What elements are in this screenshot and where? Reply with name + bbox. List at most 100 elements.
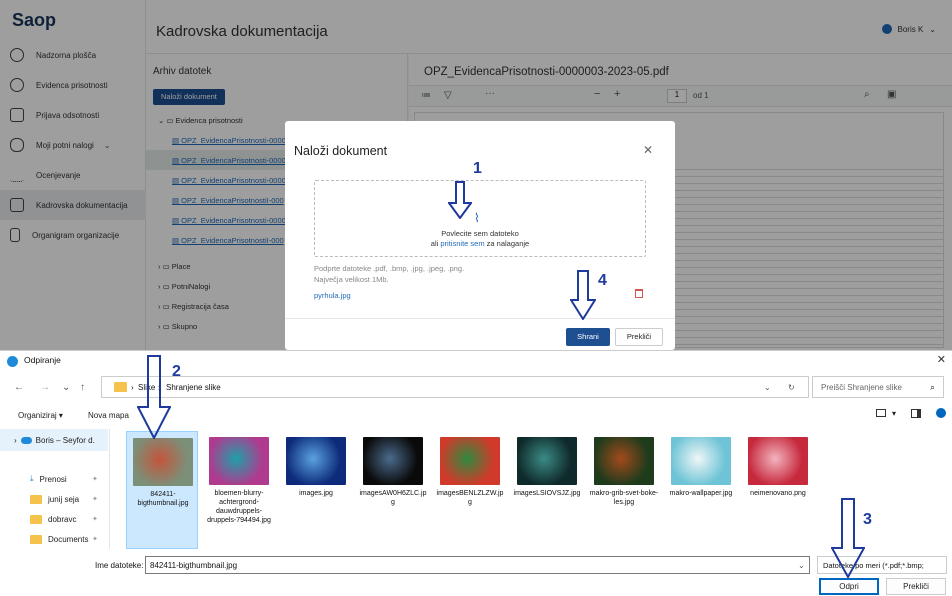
close-icon[interactable]: ✕ xyxy=(643,143,653,157)
file-name: makro-grib-svet-boke-les.jpg xyxy=(589,490,659,506)
annotation-arrow-2 xyxy=(137,355,171,439)
search-placeholder: Preišči Shranjene slike xyxy=(821,383,902,392)
trash-icon[interactable] xyxy=(635,289,643,298)
file-name: makro-wallpaper.jpg xyxy=(669,490,733,497)
file-name: 842411-bigthumbnail.jpg xyxy=(137,491,189,507)
dropzone-suffix: za nalaganje xyxy=(486,239,530,248)
file-item[interactable]: makro-wallpaper.jpg xyxy=(665,431,737,549)
browse-link[interactable]: pritisnite sem xyxy=(440,239,484,248)
file-item[interactable]: imagesBENLZLZW.jpg xyxy=(434,431,506,549)
dropzone-text: Povlecite sem datoteko ali pritisnite se… xyxy=(315,229,645,249)
pin-icon: ✦ xyxy=(92,536,98,543)
annotation-2: 2 xyxy=(172,363,181,380)
file-thumbnail xyxy=(363,437,423,485)
file-list: 842411-bigthumbnail.jpg bloemen-blurry-ac… xyxy=(118,431,948,549)
filename-input[interactable]: 842411-bigthumbnail.jpg ⌄ xyxy=(145,556,810,574)
close-icon[interactable]: ✕ xyxy=(937,353,946,366)
up-icon[interactable]: ↑ xyxy=(80,382,85,393)
pin-icon: ✦ xyxy=(92,476,98,483)
folder-icon xyxy=(30,534,42,544)
max-size-hint: Največja velikost 1Mb. xyxy=(314,275,389,284)
organize-menu[interactable]: Organiziraj ▾ xyxy=(18,411,63,420)
annotation-arrow-1 xyxy=(448,181,472,219)
file-name: bloemen-blurry-achtergrond-dauwdruppels-… xyxy=(207,490,271,524)
nav-item-folder[interactable]: dobravc ✦ xyxy=(0,508,108,530)
file-thumbnail xyxy=(671,437,731,485)
address-bar[interactable]: › Slike › Shranjene slike ⌄ ↻ xyxy=(101,376,809,398)
file-thumbnail xyxy=(133,438,193,486)
annotation-1: 1 xyxy=(473,160,482,177)
file-thumbnail xyxy=(517,437,577,485)
nav-label: Documents xyxy=(48,534,89,544)
edge-icon xyxy=(7,356,18,367)
nav-label: junij seja xyxy=(48,494,80,504)
file-thumbnail xyxy=(286,437,346,485)
file-item[interactable]: 842411-bigthumbnail.jpg xyxy=(126,431,198,549)
file-item[interactable]: imagesAW0H6ZLC.jpg xyxy=(357,431,429,549)
preview-pane-icon[interactable] xyxy=(911,409,921,418)
modal-footer: Shrani Prekliči xyxy=(285,318,675,350)
folder-icon xyxy=(30,514,42,524)
file-name: imagesAW0H6ZLC.jpg xyxy=(359,490,427,506)
search-input[interactable]: Preišči Shranjene slike ⌕ xyxy=(812,376,944,398)
recent-locations-icon[interactable]: ⌄ xyxy=(62,382,70,393)
pin-icon: ✦ xyxy=(92,496,98,503)
dropzone[interactable]: ⌇ Povlecite sem datoteko ali pritisnite … xyxy=(314,180,646,257)
save-button[interactable]: Shrani xyxy=(566,328,610,346)
file-thumbnail xyxy=(594,437,654,485)
file-item[interactable]: makro-grib-svet-boke-les.jpg xyxy=(588,431,660,549)
chevron-down-icon[interactable]: ⌄ xyxy=(798,561,805,570)
file-item[interactable]: neimenovano.png xyxy=(742,431,814,549)
help-icon[interactable] xyxy=(936,408,946,418)
selected-file[interactable]: pyrhula.jpg xyxy=(314,291,351,300)
file-thumbnail xyxy=(209,437,269,485)
annotation-3: 3 xyxy=(863,511,872,528)
annotation-arrow-4 xyxy=(570,270,596,320)
chevron-down-icon[interactable]: ▾ xyxy=(892,409,896,418)
filename-label: Ime datoteke: xyxy=(95,561,144,570)
file-item[interactable]: bloemen-blurry-achtergrond-dauwdruppels-… xyxy=(203,431,275,549)
dialog-cancel-button[interactable]: Prekliči xyxy=(886,578,946,595)
nav-item-onedrive[interactable]: › Boris – Seyfor d. xyxy=(0,429,108,451)
supported-types-hint: Podprte datoteke .pdf, .bmp, .jpg, .jpeg… xyxy=(314,264,465,273)
breadcrumb-saved[interactable]: Shranjene slike xyxy=(166,383,221,392)
file-thumbnail xyxy=(748,437,808,485)
cancel-button[interactable]: Prekliči xyxy=(615,328,663,346)
file-name: neimenovano.png xyxy=(750,490,806,497)
nav-item-downloads[interactable]: ⤓ Prenosi ✦ xyxy=(0,468,108,490)
download-icon: ⤓ xyxy=(30,474,34,483)
dialog-title: Odpiranje xyxy=(24,355,61,365)
open-button[interactable]: Odpri xyxy=(819,578,879,595)
nav-label: Prenosi xyxy=(39,474,67,484)
new-folder-button[interactable]: Nova mapa xyxy=(88,411,129,420)
filename-value: 842411-bigthumbnail.jpg xyxy=(150,561,238,570)
nav-item-folder[interactable]: junij seja ✦ xyxy=(0,488,108,510)
pin-icon: ✦ xyxy=(92,516,98,523)
refresh-icon[interactable]: ↻ xyxy=(788,383,795,392)
view-icon[interactable] xyxy=(876,409,886,417)
file-thumbnail xyxy=(440,437,500,485)
search-icon: ⌕ xyxy=(929,382,935,392)
dropzone-prefix: ali xyxy=(430,239,439,248)
folder-icon xyxy=(114,382,127,392)
file-name: imagesLSIOVSJZ.jpg xyxy=(513,490,581,497)
nav-item-folder[interactable]: Documents ✦ xyxy=(0,528,108,549)
nav-label: dobravc xyxy=(48,514,77,524)
forward-icon[interactable]: → xyxy=(40,382,50,393)
upload-modal: Naloži dokument ✕ ⌇ Povlecite sem datote… xyxy=(285,121,675,350)
back-icon[interactable]: ← xyxy=(14,382,24,393)
file-item[interactable]: imagesLSIOVSJZ.jpg xyxy=(511,431,583,549)
folder-icon xyxy=(30,494,42,504)
annotation-4: 4 xyxy=(598,272,607,289)
breadcrumb-separator: › xyxy=(131,383,134,392)
file-item[interactable]: images.jpg xyxy=(280,431,352,549)
chevron-right-icon: › xyxy=(14,435,17,445)
dropzone-line1: Povlecite sem datoteko xyxy=(441,229,519,238)
modal-title: Naloži dokument xyxy=(294,144,388,158)
chevron-down-icon[interactable]: ⌄ xyxy=(764,383,771,392)
nav-label: Boris – Seyfor d. xyxy=(35,435,95,445)
cloud-icon xyxy=(20,436,32,444)
file-name: images.jpg xyxy=(299,490,333,497)
file-name: imagesBENLZLZW.jpg xyxy=(436,490,504,506)
navigation-pane: › Boris – Seyfor d. ⤓ Prenosi ✦ junij seja ✦… xyxy=(0,429,110,549)
